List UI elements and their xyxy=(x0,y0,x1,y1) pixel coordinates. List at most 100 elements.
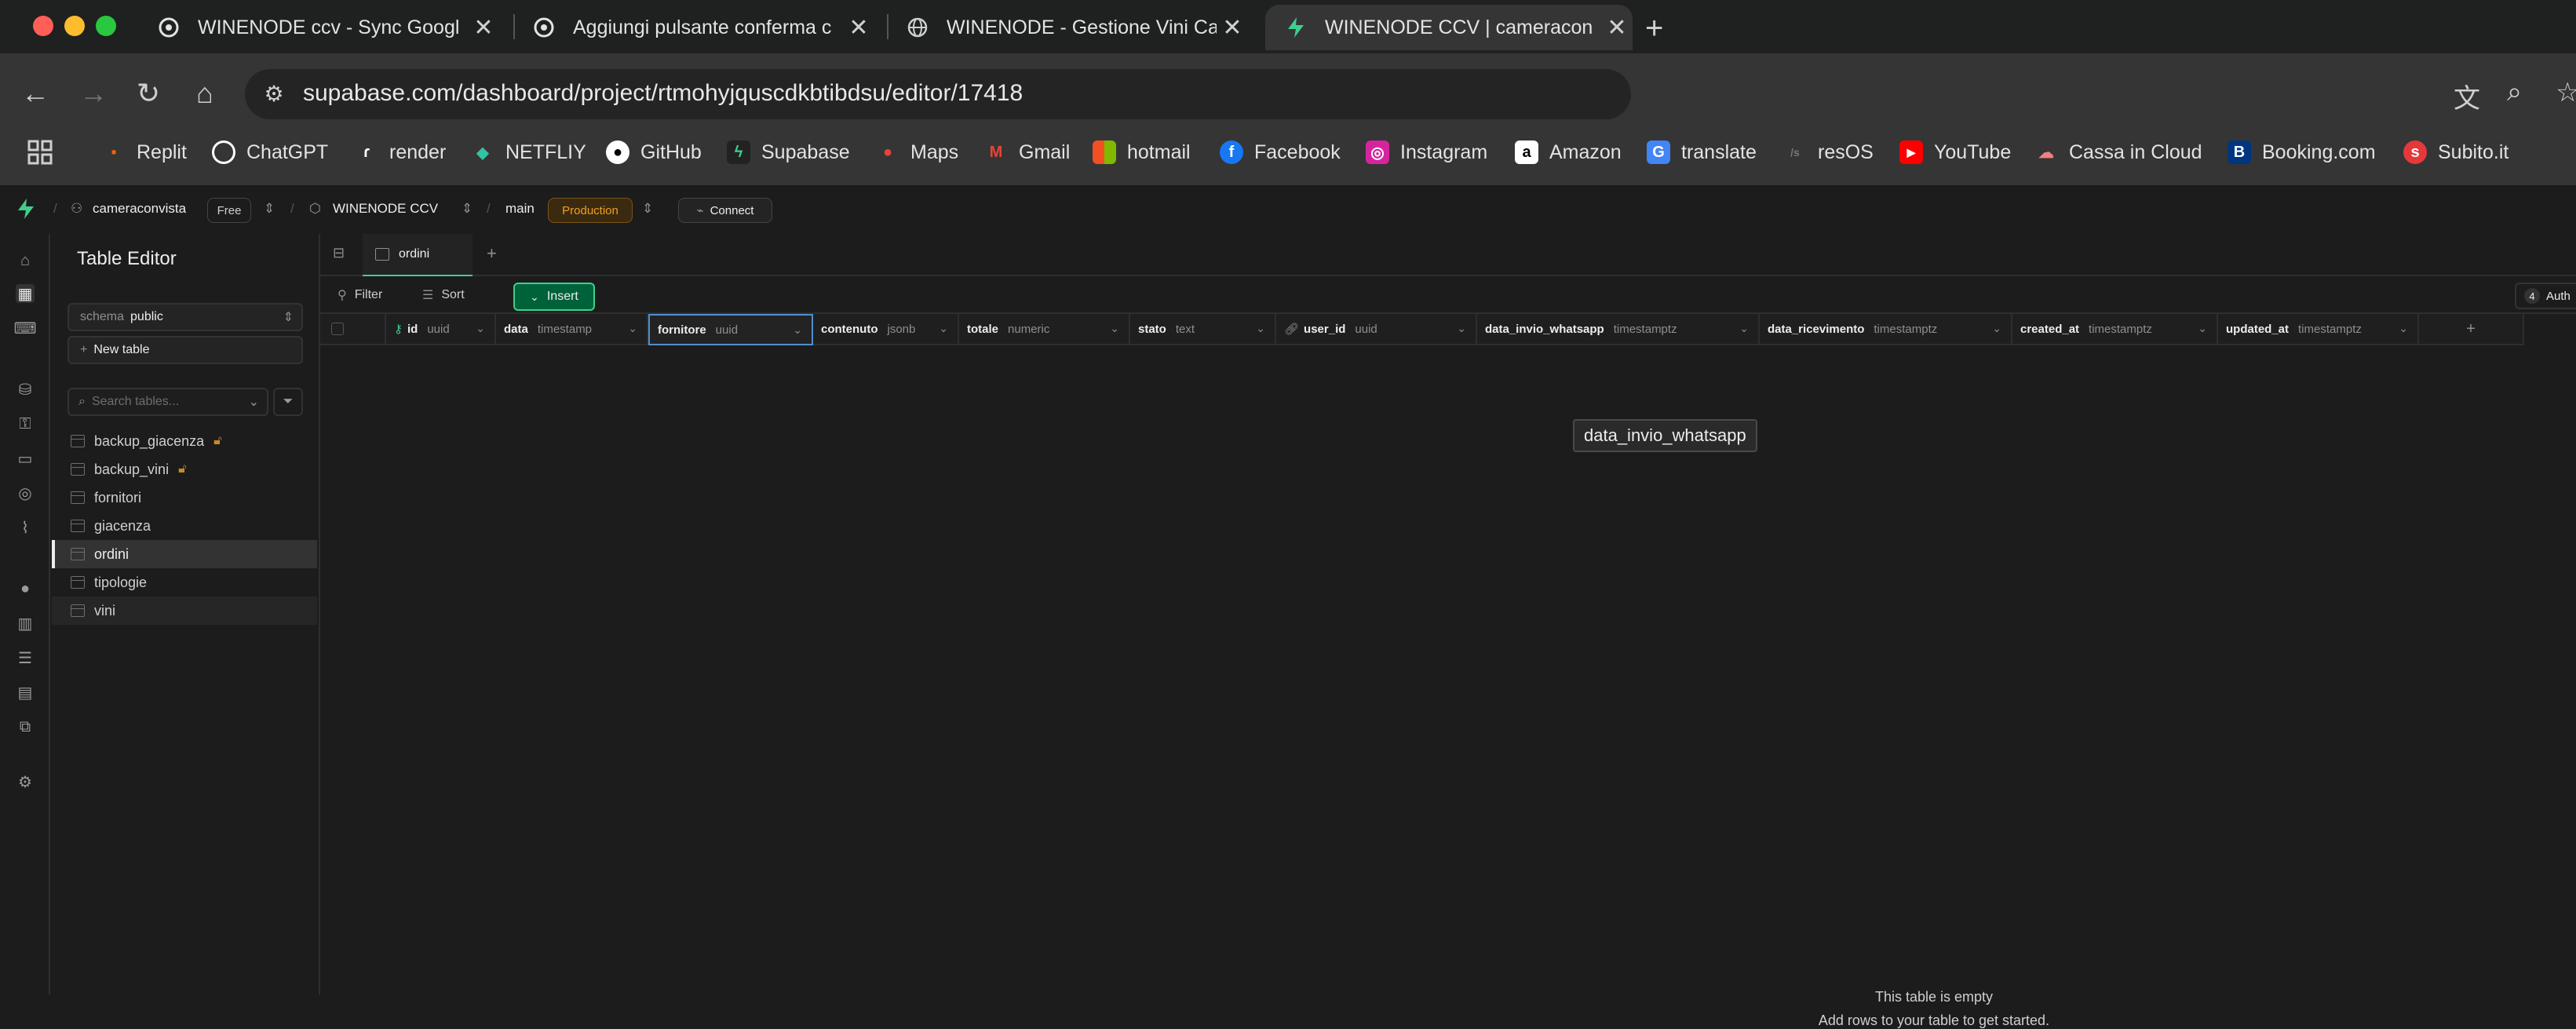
add-tab-plus-icon[interactable]: + xyxy=(487,243,497,264)
bookmark-instagram[interactable]: ◎ Instagram xyxy=(1366,137,1487,168)
api-docs-icon[interactable]: ▤ xyxy=(16,683,35,702)
sidebar-table-fornitori[interactable]: fornitori xyxy=(52,483,317,512)
sidebar-table-backup-vini[interactable]: backup_vini 🔓︎ xyxy=(52,455,317,483)
advisors-icon[interactable]: ● xyxy=(16,579,35,598)
column-header-contenuto[interactable]: contenuto jsonb ⌄ xyxy=(813,314,959,345)
bookmark-subito[interactable]: s Subito.it xyxy=(2403,137,2508,168)
browser-tab-4-active[interactable]: WINENODE CCV | cameracon ✕ xyxy=(1265,5,1633,50)
back-arrow-icon[interactable]: ← xyxy=(16,74,55,113)
browser-tab-2[interactable]: Aggiungi pulsante conferma c ✕ xyxy=(513,5,874,50)
close-tab-icon[interactable]: ✕ xyxy=(1601,14,1633,42)
chevron-down-icon[interactable]: ⌄ xyxy=(628,322,637,335)
bookmark-replit[interactable]: ▪ Replit xyxy=(102,137,186,168)
chevron-down-icon[interactable]: ⌄ xyxy=(2399,322,2408,335)
select-all-checkbox[interactable] xyxy=(331,323,344,335)
column-header-data[interactable]: data timestamp ⌄ xyxy=(496,314,648,345)
bookmark-render[interactable]: ɾ render xyxy=(355,137,446,168)
sidebar-table-ordini[interactable]: ordini xyxy=(52,540,317,568)
chevron-down-icon[interactable]: ⌄ xyxy=(1739,322,1749,335)
bookmark-chatgpt[interactable]: ChatGPT xyxy=(212,137,328,168)
authentication-icon[interactable]: ⚿ xyxy=(16,414,35,433)
bookmark-netlify[interactable]: ◆ NETFLIY xyxy=(471,137,586,168)
bookmark-resos[interactable]: /s resOS xyxy=(1783,137,1874,168)
column-header-created-at[interactable]: created_at timestamptz ⌄ xyxy=(2012,314,2218,345)
new-table-button[interactable]: + New table xyxy=(68,336,303,364)
insert-button[interactable]: ⌄ Insert xyxy=(513,283,595,311)
column-header-user-id[interactable]: 🔗︎ user_id uuid ⌄ xyxy=(1276,314,1477,345)
project-switch-chevron-icon[interactable]: ⇕ xyxy=(462,201,473,217)
close-tab-icon[interactable]: ✕ xyxy=(1217,14,1248,42)
reports-icon[interactable]: ▥ xyxy=(16,614,35,633)
org-switch-chevron-icon[interactable]: ⇕ xyxy=(264,201,275,217)
bookmark-gmail[interactable]: M Gmail xyxy=(984,137,1071,168)
apps-grid-icon[interactable] xyxy=(27,137,53,168)
close-tab-icon[interactable]: ✕ xyxy=(468,14,499,42)
translate-icon[interactable]: 文 xyxy=(2454,77,2480,115)
bookmark-github[interactable]: ● GitHub xyxy=(606,137,702,168)
column-header-id[interactable]: ⚷ id uuid ⌄ xyxy=(386,314,496,345)
supabase-logo-icon[interactable] xyxy=(16,198,36,224)
chevron-down-icon[interactable]: ⌄ xyxy=(939,322,948,335)
bookmark-cassa-in-cloud[interactable]: ☁ Cassa in Cloud xyxy=(2034,137,2202,168)
column-header-updated-at[interactable]: updated_at timestamptz ⌄ xyxy=(2218,314,2419,345)
browser-tab-1[interactable]: WINENODE ccv - Sync Googl ✕ xyxy=(138,5,499,50)
filter-button[interactable]: ⚲ Filter xyxy=(338,284,382,306)
connect-button[interactable]: ⌁ Connect xyxy=(678,198,772,223)
collapse-sidebar-icon[interactable]: ⊟ xyxy=(333,245,345,261)
sql-editor-icon[interactable]: ⌨ xyxy=(14,319,37,338)
chevron-down-icon[interactable]: ⌄ xyxy=(1457,322,1466,335)
column-header-data-ricevimento[interactable]: data_ricevimento timestamptz ⌄ xyxy=(1760,314,2012,345)
database-icon[interactable]: ⛁ xyxy=(16,380,35,399)
forward-arrow-icon[interactable]: → xyxy=(74,74,113,113)
bookmark-hotmail[interactable]: hotmail xyxy=(1093,137,1191,168)
realtime-icon[interactable]: ⌇ xyxy=(16,518,35,537)
chevron-down-icon[interactable]: ⌄ xyxy=(1110,322,1119,335)
sort-button[interactable]: ☰ Sort xyxy=(422,284,465,306)
bookmark-translate[interactable]: Gtranslate xyxy=(1647,137,1757,168)
sidebar-table-giacenza[interactable]: giacenza xyxy=(52,512,317,540)
storage-icon[interactable]: ▭ xyxy=(16,449,35,468)
auth-policies-pill[interactable]: 4 Auth xyxy=(2515,283,2576,309)
integrations-icon[interactable]: ⧉ xyxy=(16,717,35,736)
filter-funnel-icon[interactable]: ⏷ xyxy=(273,388,303,416)
home-icon[interactable]: ⌂ xyxy=(185,74,224,113)
sidebar-table-vini[interactable]: vini xyxy=(52,597,317,625)
chevron-down-icon[interactable]: ⌄ xyxy=(2198,322,2207,335)
sidebar-table-backup-giacenza[interactable]: backup_giacenza 🔓︎ xyxy=(52,427,317,455)
home-icon[interactable]: ⌂ xyxy=(16,251,35,270)
logs-icon[interactable]: ☰ xyxy=(16,648,35,667)
bookmark-star-icon[interactable]: ☆ xyxy=(2556,77,2576,108)
new-tab-button[interactable]: + xyxy=(1645,11,1663,46)
branch-name[interactable]: main xyxy=(505,201,535,217)
reload-icon[interactable]: ↻ xyxy=(129,74,168,113)
org-name[interactable]: cameraconvista xyxy=(93,201,186,217)
bookmark-booking[interactable]: B Booking.com xyxy=(2228,137,2376,168)
sidebar-table-tipologie[interactable]: tipologie xyxy=(52,568,317,597)
bookmark-maps[interactable]: ● Maps xyxy=(876,137,958,168)
column-header-stato[interactable]: stato text ⌄ xyxy=(1130,314,1276,345)
maximize-window-button[interactable] xyxy=(96,16,116,36)
project-name[interactable]: WINENODE CCV xyxy=(333,201,438,217)
chevron-down-icon[interactable]: ⌄ xyxy=(793,323,802,337)
bookmark-facebook[interactable]: f Facebook xyxy=(1220,137,1341,168)
zoom-icon[interactable]: ⌕ xyxy=(2507,77,2522,108)
bookmark-supabase[interactable]: ϟ Supabase xyxy=(727,137,850,168)
search-tables-input[interactable]: ⌕ Search tables... ⌄ xyxy=(68,388,268,416)
chevron-down-icon[interactable]: ⌄ xyxy=(1992,322,2001,335)
browser-tab-3[interactable]: WINENODE - Gestione Vini Ca ✕ xyxy=(887,5,1248,50)
site-settings-icon[interactable]: ⚙ xyxy=(254,74,294,113)
settings-gear-icon[interactable]: ⚙ xyxy=(16,772,35,791)
minimize-window-button[interactable] xyxy=(64,16,85,36)
column-header-fornitore[interactable]: fornitore uuid ⌄ xyxy=(648,314,813,345)
chevron-down-icon[interactable]: ⌄ xyxy=(476,322,485,335)
column-header-data-invio-whatsapp[interactable]: data_invio_whatsapp timestamptz ⌄ xyxy=(1477,314,1760,345)
schema-selector[interactable]: schema public ⇕ xyxy=(68,303,303,331)
bookmark-amazon[interactable]: a Amazon xyxy=(1515,137,1622,168)
column-header-totale[interactable]: totale numeric ⌄ xyxy=(959,314,1130,345)
chevron-down-icon[interactable]: ⌄ xyxy=(249,394,259,410)
branch-switch-chevron-icon[interactable]: ⇕ xyxy=(642,201,653,217)
chevron-down-icon[interactable]: ⌄ xyxy=(1256,322,1265,335)
tab-ordini[interactable]: ordini xyxy=(363,234,473,276)
close-window-button[interactable] xyxy=(33,16,53,36)
table-editor-icon[interactable]: ▦ xyxy=(16,284,35,303)
